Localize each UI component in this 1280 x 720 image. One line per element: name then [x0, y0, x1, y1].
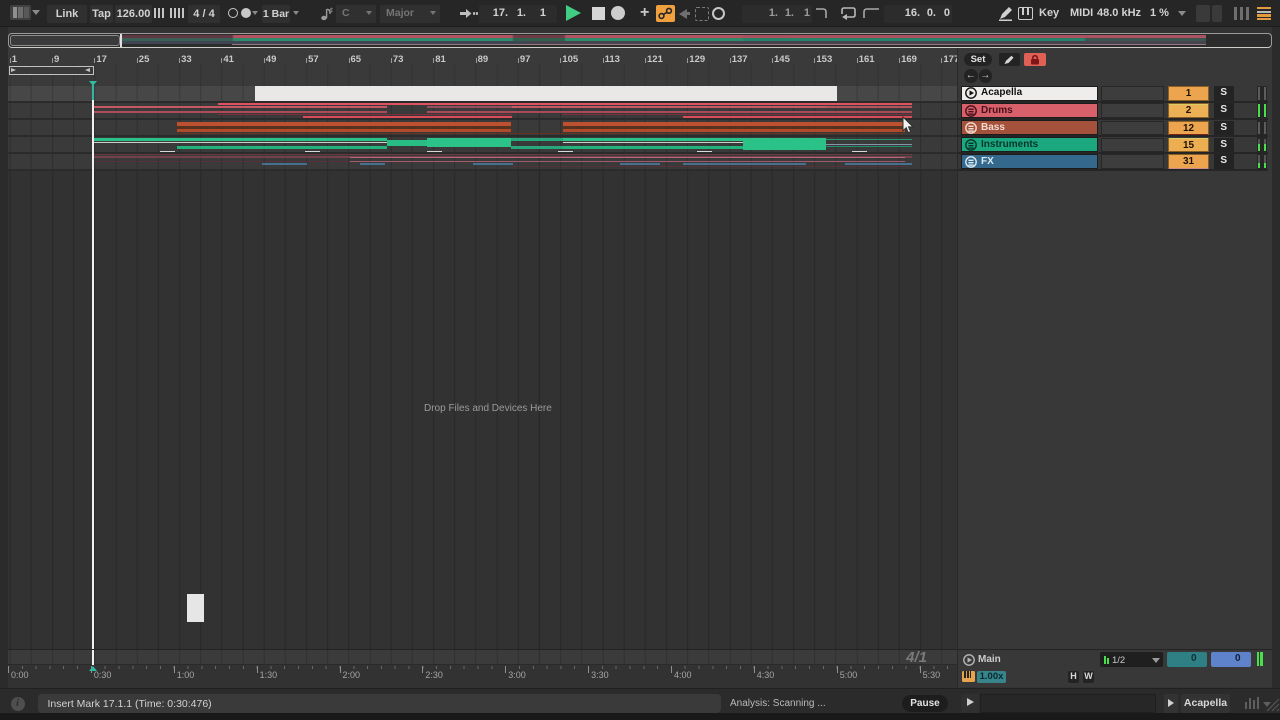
svg-text:♯: ♯ [329, 6, 333, 15]
